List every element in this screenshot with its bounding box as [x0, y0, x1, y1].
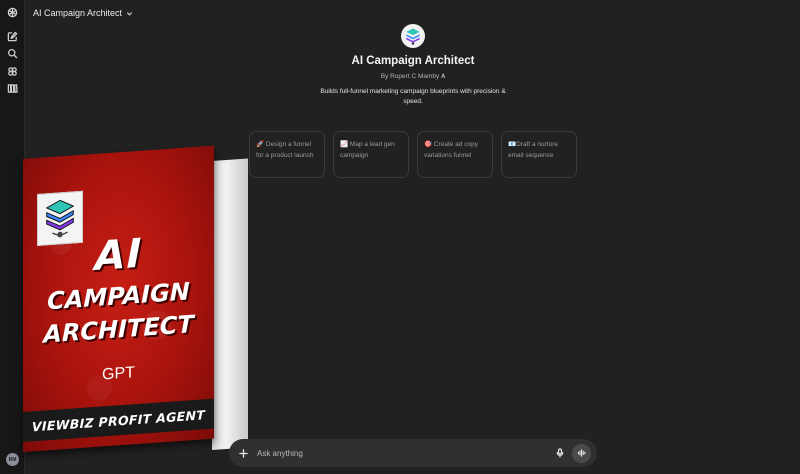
chatgpt-logo-icon[interactable]	[4, 4, 21, 21]
new-chat-icon[interactable]	[4, 28, 21, 45]
waveform-icon	[577, 449, 585, 457]
gpt-title: AI Campaign Architect	[351, 55, 475, 67]
dictate-button[interactable]	[554, 447, 566, 459]
gpt-avatar	[401, 24, 425, 48]
starter-card-1[interactable]: 🚀 Design a funnel for a product launch	[249, 131, 325, 178]
library-icon[interactable]	[4, 80, 21, 97]
gpt-description: Builds full-funnel marketing campaign bl…	[320, 88, 506, 105]
starter-card-3[interactable]: 🎯 Create ad copy variations funnel	[417, 131, 493, 178]
plus-icon	[238, 448, 248, 458]
microphone-icon	[556, 448, 564, 458]
layered-stack-icon	[406, 28, 420, 45]
message-composer	[229, 439, 597, 467]
add-attachment-button[interactable]	[237, 447, 249, 459]
gpts-icon[interactable]	[4, 63, 21, 80]
gpt-author[interactable]: By Rupert C Mamby 𝐀	[250, 73, 576, 81]
starter-card-4[interactable]: 📧Draft a nurture email sequence	[501, 131, 577, 178]
person-icon: 𝐀	[441, 74, 446, 80]
box-front-panel: AI CAMPAIGN ARCHITECT GPT VIEWBIZ PROFIT…	[23, 145, 214, 452]
gpt-author-label: By Rupert C Mamby	[380, 73, 440, 80]
starter-card-2[interactable]: 📈 Map a lead gen campaign	[333, 131, 409, 178]
model-selector[interactable]: AI Campaign Architect	[33, 6, 133, 20]
message-input[interactable]	[257, 448, 554, 458]
box-subtitle-gpt: GPT	[102, 364, 135, 384]
box-side-panel	[212, 158, 248, 450]
box-bottom-band: VIEWBIZ PROFIT AGENT	[23, 398, 214, 442]
voice-mode-button[interactable]	[572, 443, 591, 463]
search-icon[interactable]	[4, 45, 21, 62]
chevron-down-icon	[126, 11, 133, 16]
product-box-image: AI CAMPAIGN ARCHITECT GPT VIEWBIZ PROFIT…	[18, 145, 248, 456]
model-selector-label: AI Campaign Architect	[33, 8, 123, 18]
app-window: RM AI Campaign Architect AI Campaign Arc…	[0, 0, 800, 474]
